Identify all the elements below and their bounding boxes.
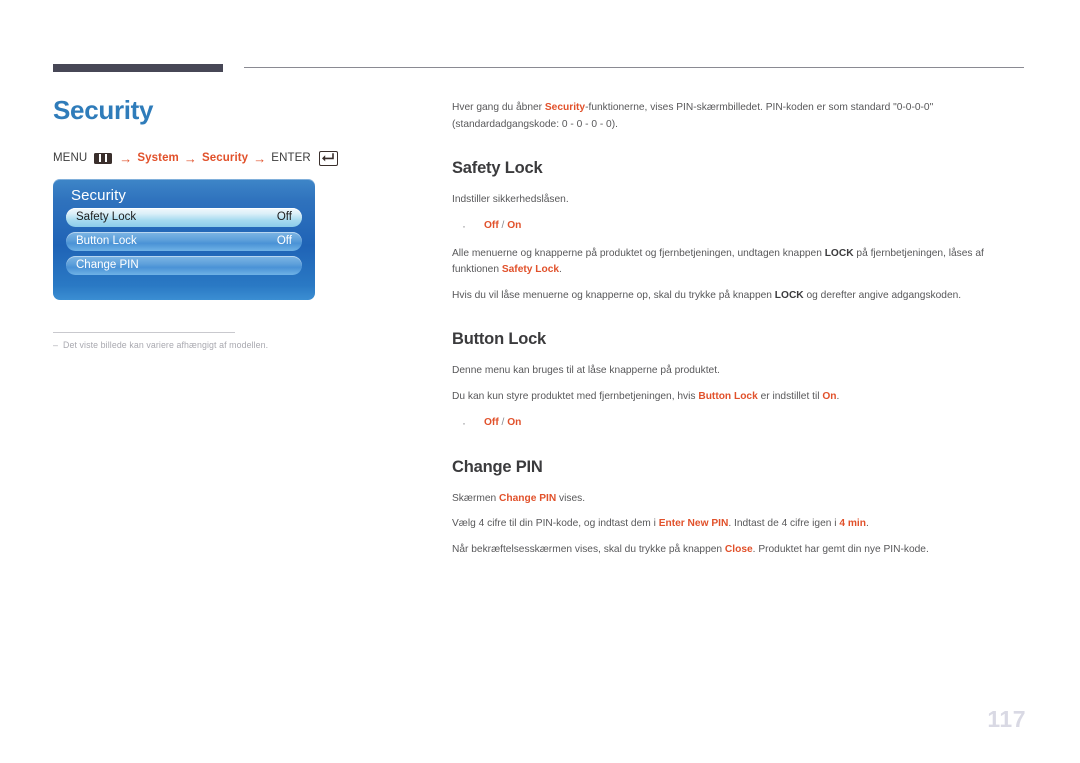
page-title: Security — [53, 95, 154, 125]
header-rule-thick — [53, 64, 223, 72]
bullet-options: · Off / On — [452, 415, 1027, 432]
left-column: Security MENU → System → Security → ENTE… — [53, 96, 403, 350]
osd-row-label: Button Lock — [76, 235, 137, 248]
osd-title: Security — [71, 186, 126, 204]
osd-row-label: Change PIN — [76, 259, 139, 272]
bullet-option-values: Off / On — [484, 415, 521, 432]
osd-row-list: Safety Lock Off Button Lock Off Change P… — [53, 207, 315, 275]
breadcrumb-enter-label: ENTER — [271, 152, 311, 165]
para-text-b: og derefter angive adgangskoden. — [803, 289, 962, 301]
option-on: On — [507, 219, 522, 231]
osd-preview: Security Safety Lock Off Button Lock Off… — [53, 178, 315, 300]
section-paragraph-2: Alle menuerne og knapperne på produktet … — [452, 246, 1027, 279]
option-off: Off — [484, 416, 499, 428]
footnote: – Det viste billede kan variere afhængig… — [53, 340, 403, 350]
para-text-c: . — [865, 518, 869, 530]
section-heading: Button Lock — [452, 330, 547, 349]
para-text-a: Hvis du vil låse menuerne og knapperne o… — [452, 289, 775, 301]
right-column: Hver gang du åbner Security-funktionerne… — [452, 100, 1027, 558]
breadcrumb: MENU → System → Security → ENTER — [53, 150, 403, 166]
para-text-b: vises. — [556, 492, 586, 504]
osd-row-button-lock[interactable]: Button Lock Off — [66, 231, 302, 251]
section-paragraph-1: Denne menu kan bruges til at låse knappe… — [452, 365, 720, 377]
option-separator: / — [498, 416, 508, 428]
footnote-text: Det viste billede kan variere afhængigt … — [63, 339, 269, 350]
section-heading: Change PIN — [452, 457, 543, 476]
para-term-close: Close — [724, 543, 753, 555]
header-rule-thin — [244, 67, 1024, 68]
osd-row-value: Off — [276, 211, 292, 224]
para-term-4min: 4 min — [839, 518, 866, 530]
section-paragraph-3: Når bekræftelsesskærmen vises, skal du t… — [452, 542, 1027, 559]
breadcrumb-arrow-2: → — [183, 150, 197, 166]
section-paragraph-1: Skærmen Change PIN vises. — [452, 491, 1027, 508]
enter-return-icon — [318, 150, 338, 166]
para-text-a: Alle menuerne og knapperne på produktet … — [452, 247, 825, 259]
intro-paragraph: Hver gang du åbner Security-funktionerne… — [452, 100, 1027, 133]
option-separator: / — [498, 219, 508, 231]
section-paragraph-1: Indstiller sikkerhedslåsen. — [452, 194, 569, 206]
section-paragraph-2: Vælg 4 cifre til din PIN-kode, og indtas… — [452, 516, 1027, 533]
para-text-a: Vælg 4 cifre til din PIN-kode, og indtas… — [452, 518, 659, 530]
osd-row-label: Safety Lock — [76, 211, 137, 224]
footnote-dash: – — [53, 339, 58, 350]
bullet-options: · Off / On — [452, 218, 1027, 235]
intro-text-a: Hver gang du åbner — [452, 102, 545, 113]
footnote-divider — [53, 331, 235, 333]
para-term-lock: LOCK — [824, 247, 854, 259]
para-text-b: . Produktet har gemt din nye PIN-kode. — [752, 543, 929, 555]
para-text-a: Når bekræftelsesskærmen vises, skal du t… — [452, 543, 725, 555]
osd-row-safety-lock[interactable]: Safety Lock Off — [66, 207, 302, 227]
para-text-c: . — [836, 391, 840, 402]
bullet-option-values: Off / On — [484, 218, 521, 235]
osd-row-value: Off — [276, 235, 292, 248]
para-term-safety-lock: Safety Lock — [501, 264, 560, 276]
para-text-a: Du kan kun styre produktet med fjernbetj… — [452, 391, 699, 402]
para-text-a: Skærmen — [452, 492, 499, 504]
breadcrumb-menu-label: MENU — [53, 152, 88, 165]
para-term-change-pin: Change PIN — [499, 492, 557, 504]
menu-grid-icon — [94, 152, 113, 164]
section-paragraph-2: Du kan kun styre produktet med fjernbetj… — [452, 389, 1027, 406]
intro-term-security: Security — [544, 102, 586, 113]
breadcrumb-step-security: Security — [202, 152, 249, 165]
page-number: 117 — [987, 706, 1026, 732]
breadcrumb-arrow-1: → — [119, 150, 133, 166]
para-text-c: . — [559, 264, 562, 276]
option-off: Off — [484, 219, 499, 231]
para-term-on: On — [822, 391, 837, 402]
breadcrumb-step-system: System — [137, 152, 179, 165]
breadcrumb-arrow-3: → — [253, 150, 267, 166]
bullet-dot: · — [462, 415, 466, 430]
section-change-pin: Change PIN Skærmen Change PIN vises. Væl… — [452, 458, 1027, 559]
para-term-enter-new-pin: Enter New PIN — [658, 518, 729, 530]
section-heading: Safety Lock — [452, 159, 543, 178]
osd-row-change-pin[interactable]: Change PIN — [66, 255, 302, 275]
para-term-button-lock: Button Lock — [698, 391, 758, 402]
section-safety-lock: Safety Lock Indstiller sikkerhedslåsen. … — [452, 159, 1027, 304]
para-text-b: er indstillet til — [757, 391, 823, 402]
para-text-b: . Indtast de 4 cifre igen i — [728, 518, 840, 530]
section-button-lock: Button Lock Denne menu kan bruges til at… — [452, 330, 1027, 431]
bullet-dot: · — [462, 218, 466, 233]
option-on: On — [507, 416, 522, 428]
para-term-lock: LOCK — [774, 289, 804, 301]
enter-arrow-glyph — [321, 152, 334, 161]
section-paragraph-3: Hvis du vil låse menuerne og knapperne o… — [452, 288, 1027, 305]
